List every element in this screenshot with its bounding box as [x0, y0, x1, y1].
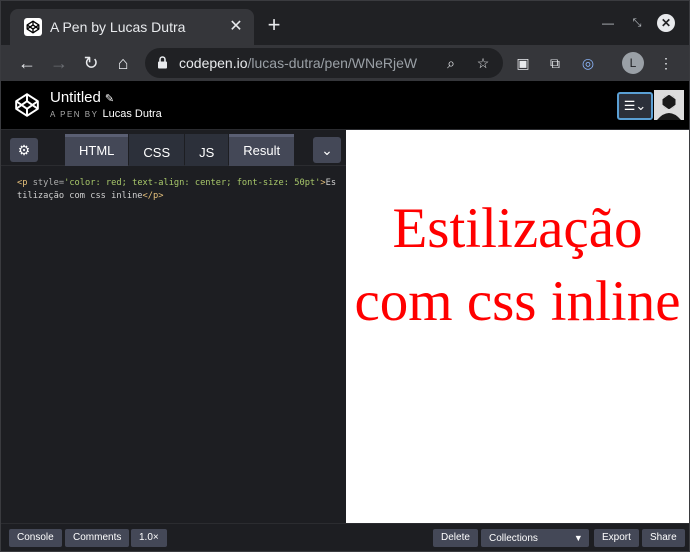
user-avatar[interactable] [654, 90, 684, 120]
pen-author-line: A PEN BY Lucas Dutra [50, 108, 162, 120]
browser-toolbar: ← → ↻ ⌂ codepen.io/lucas-dutra/pen/WNeRj… [1, 45, 689, 81]
tab-strip: A Pen by Lucas Dutra ✕ + — ⤡ ✕ [1, 1, 689, 45]
lock-icon[interactable] [157, 56, 168, 74]
change-view-button[interactable]: ☰⌄ [617, 92, 653, 120]
forward-icon[interactable]: → [47, 51, 71, 75]
editor-tab-bar: ⚙ HTML CSS JS Result ⌄ [1, 130, 346, 166]
pen-title[interactable]: Untitled ✎ [50, 89, 114, 106]
restore-icon[interactable]: ⤡ [627, 13, 647, 33]
editor-footer: Console Comments 1.0× Delete Collections… [1, 523, 689, 551]
caret-down-icon: ▼ [573, 533, 583, 543]
codepen-favicon-icon [24, 18, 42, 36]
address-bar[interactable]: codepen.io/lucas-dutra/pen/WNeRjeW ⌕ ☆ [145, 48, 503, 78]
browser-tab[interactable]: A Pen by Lucas Dutra ✕ [10, 9, 254, 45]
tab-js[interactable]: JS [185, 134, 229, 166]
comments-button[interactable]: Comments [65, 529, 130, 547]
share-button[interactable]: Share [642, 529, 685, 547]
html-editor-panel: ⚙ HTML CSS JS Result ⌄ <p style='color: … [1, 130, 346, 523]
codepen-logo-icon[interactable] [14, 92, 40, 118]
picture-in-picture-icon[interactable]: ▣ [512, 52, 534, 74]
author-link[interactable]: Lucas Dutra [102, 108, 161, 120]
chevron-down-icon[interactable]: ⌄ [313, 137, 341, 163]
tab-close-icon[interactable]: ✕ [226, 17, 246, 37]
tab-css[interactable]: CSS [129, 134, 185, 166]
preview-paragraph: Estilização com css inline [354, 197, 681, 333]
export-button[interactable]: Export [594, 529, 639, 547]
zoom-button[interactable]: 1.0× [131, 529, 167, 547]
console-button[interactable]: Console [9, 529, 62, 547]
window-close-icon[interactable]: ✕ [657, 14, 675, 32]
delete-button[interactable]: Delete [433, 529, 478, 547]
home-icon[interactable]: ⌂ [111, 51, 135, 75]
screenshot-extension-icon[interactable]: ⧉ [544, 52, 566, 74]
result-preview: Estilização com css inline [346, 130, 689, 523]
minimize-icon[interactable]: — [598, 13, 618, 33]
profile-avatar[interactable]: L [622, 52, 644, 74]
codepen-header: Untitled ✎ A PEN BY Lucas Dutra ☰⌄ [1, 81, 689, 130]
settings-gear-icon[interactable]: ⚙ [10, 138, 38, 162]
url-text[interactable]: codepen.io/lucas-dutra/pen/WNeRjeW [179, 55, 417, 71]
editor-tabs: HTML CSS JS Result [65, 134, 295, 166]
tab-html[interactable]: HTML [65, 134, 129, 166]
browser-window: A Pen by Lucas Dutra ✕ + — ⤡ ✕ ← → ↻ ⌂ c… [0, 0, 690, 552]
edit-pencil-icon[interactable]: ✎ [105, 92, 114, 105]
bookmark-star-icon[interactable]: ☆ [473, 53, 493, 73]
extension-icon[interactable]: ◎ [577, 52, 599, 74]
menu-kebab-icon[interactable]: ⋮ [655, 52, 677, 74]
code-editor[interactable]: <p style='color: red; text-align: center… [17, 177, 337, 203]
new-tab-icon[interactable]: + [263, 14, 285, 36]
collections-dropdown[interactable]: Collections ▼ [481, 529, 589, 547]
tab-result[interactable]: Result [229, 134, 295, 166]
tab-title: A Pen by Lucas Dutra [50, 19, 186, 35]
zoom-search-icon[interactable]: ⌕ [441, 53, 461, 73]
reload-icon[interactable]: ↻ [79, 51, 103, 75]
back-icon[interactable]: ← [15, 51, 39, 75]
